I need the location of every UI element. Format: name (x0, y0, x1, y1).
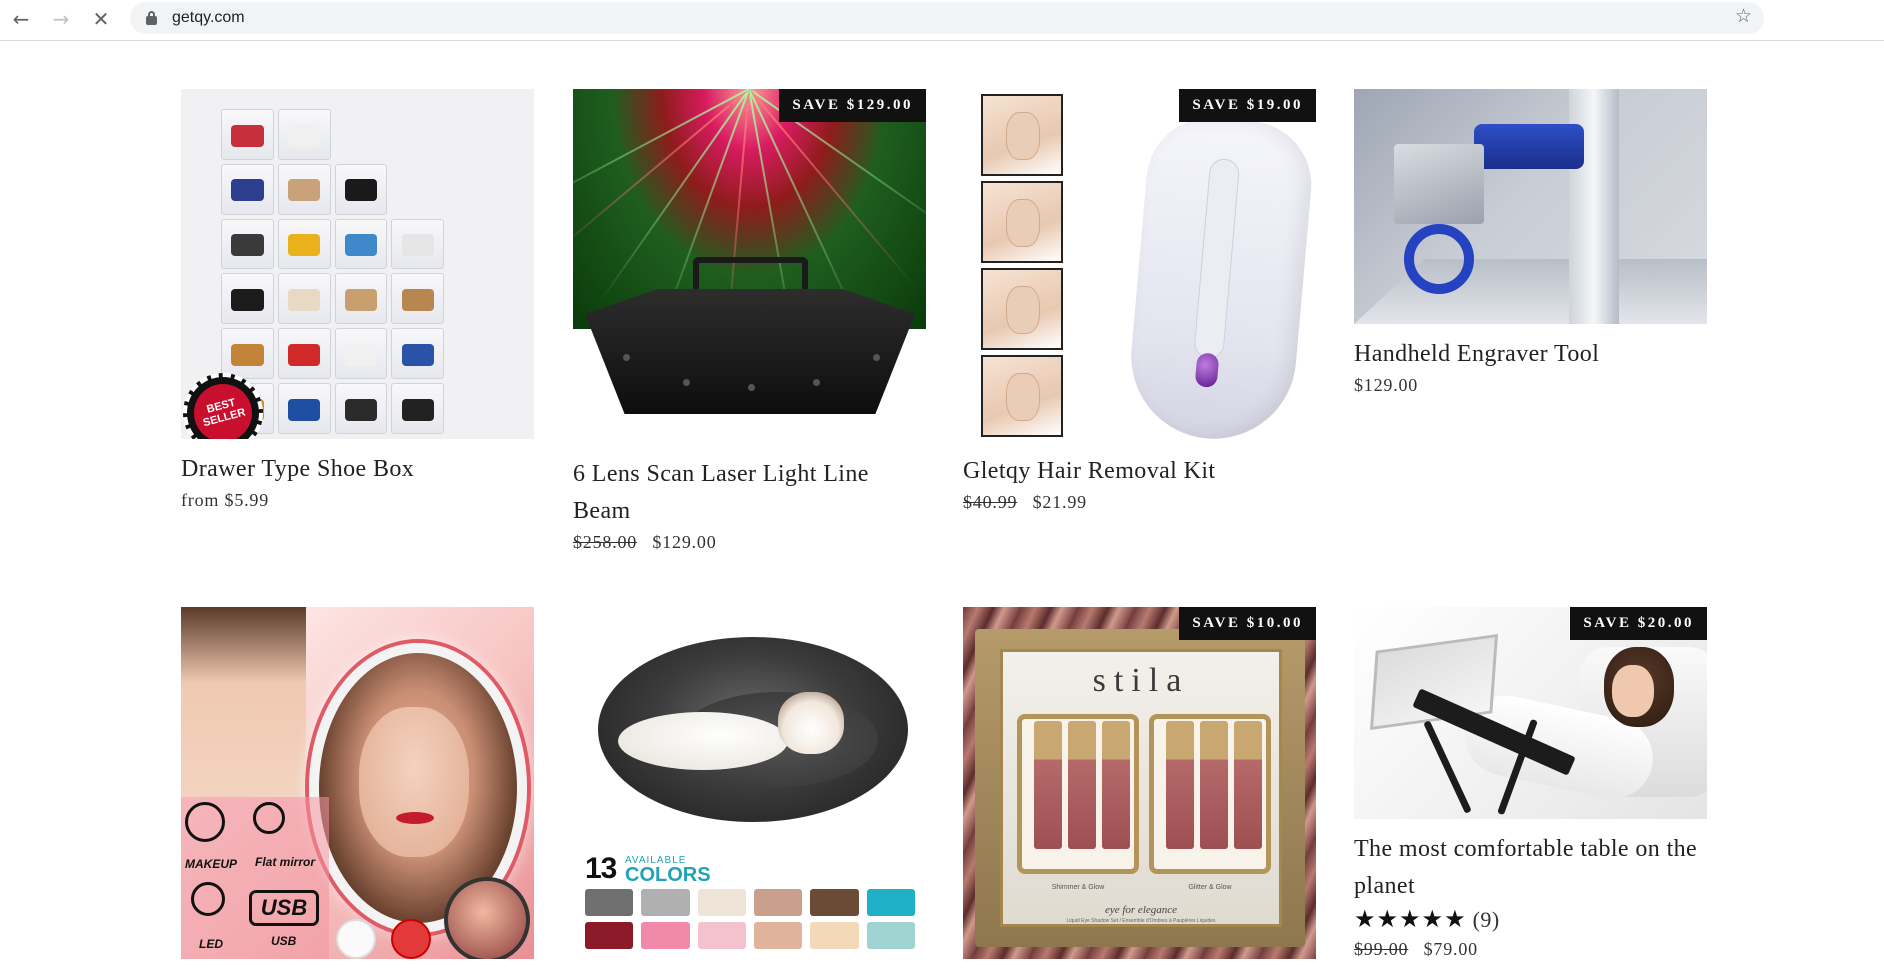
product-card[interactable]: stila Shimmer & Glow Glitter & Glow eye … (963, 607, 1316, 959)
arrow-right-icon: → (52, 7, 70, 31)
color-swatch (697, 889, 746, 916)
feature-label-led: LED (199, 937, 223, 951)
save-badge: SAVE $10.00 (1179, 607, 1316, 640)
product-title[interactable]: Handheld Engraver Tool (1354, 336, 1707, 373)
browser-toolbar: ← → ✕ getqy.com ☆ (0, 0, 1884, 41)
tray-caption-right: Glitter & Glow (1188, 884, 1232, 891)
close-icon: ✕ (92, 7, 110, 31)
sale-price: $129.00 (652, 532, 717, 552)
back-button[interactable]: ← (6, 4, 36, 34)
pet-bed (598, 637, 908, 822)
color-swatch (753, 889, 803, 916)
usb-icon: USB (249, 890, 319, 926)
product-card[interactable]: MAKEUP Flat mirror LED USB USB (181, 607, 534, 959)
product-title[interactable]: The most comfortable table on the planet (1354, 831, 1707, 905)
feature-label-usb: USB (271, 934, 297, 948)
color-swatch (585, 889, 634, 916)
product-title[interactable]: Gletqy Hair Removal Kit (963, 453, 1316, 490)
product-image-hair-removal[interactable]: SAVE $19.00 (963, 89, 1316, 443)
stop-loading-button[interactable]: ✕ (86, 4, 116, 34)
color-swatch (753, 922, 803, 949)
lock-icon[interactable] (146, 11, 157, 25)
makeup-icon (185, 802, 225, 842)
color-swatch (866, 889, 915, 916)
price-value: $129.00 (1354, 375, 1419, 395)
product-card[interactable]: 13 AVAILABLE COLORS (573, 607, 926, 959)
color-count: 13 (585, 852, 617, 885)
product-card[interactable]: SAVE $20.00 The most comfortable table o… (1354, 607, 1707, 960)
arrow-left-icon: ← (12, 7, 30, 31)
color-swatch (810, 922, 859, 949)
compare-at-price: $99.00 (1354, 939, 1409, 959)
box-fine-print: Liquid Eye Shadow Set / Ensemble d'Ombre… (1066, 918, 1216, 924)
product-image-engraver[interactable] (1354, 89, 1707, 324)
hair-removal-device (1124, 112, 1316, 443)
feature-label-flat-mirror: Flat mirror (255, 855, 316, 869)
url-text[interactable]: getqy.com (172, 9, 245, 27)
compare-at-price: $258.00 (573, 532, 638, 552)
mirror-button (336, 919, 376, 959)
product-image-shoe-box[interactable]: BEST SELLER (181, 89, 534, 439)
gift-box: stila Shimmer & Glow Glitter & Glow eye … (975, 629, 1305, 947)
tray-caption-left: Shimmer & Glow (1051, 884, 1105, 891)
brand-logo: stila (1092, 662, 1190, 699)
thumbnail-strip (981, 94, 1063, 442)
color-swatch (641, 922, 690, 949)
product-card[interactable]: SAVE $19.00 Gletqy Hair Removal Kit $40.… (963, 89, 1316, 513)
product-price: $258.00 $129.00 (573, 532, 926, 553)
shoe-box-stack (221, 109, 501, 434)
available-colors-label: AVAILABLE COLORS (625, 855, 711, 886)
feature-label-makeup: MAKEUP (185, 857, 238, 871)
model-photo (181, 607, 306, 797)
color-swatches (585, 889, 915, 949)
product-image-stila-set[interactable]: stila Shimmer & Glow Glitter & Glow eye … (963, 607, 1316, 959)
price-value: $5.99 (224, 490, 270, 510)
product-price: $40.99 $21.99 (963, 492, 1316, 513)
bulb-icon (191, 882, 225, 916)
save-badge: SAVE $129.00 (779, 89, 926, 122)
product-title[interactable]: 6 Lens Scan Laser Light Line Beam (573, 456, 926, 530)
product-price: $99.00 $79.00 (1354, 939, 1707, 960)
color-swatch (866, 922, 915, 949)
magnifier-icon (253, 802, 285, 834)
color-swatch (697, 922, 746, 949)
box-tagline: eye for elegance (1104, 904, 1178, 916)
save-badge: SAVE $20.00 (1570, 607, 1707, 640)
save-badge: SAVE $19.00 (1179, 89, 1316, 122)
product-price: $129.00 (1354, 375, 1707, 396)
product-title[interactable]: Drawer Type Shoe Box (181, 451, 534, 488)
color-swatch (810, 889, 859, 916)
best-seller-label: BEST SELLER (187, 377, 259, 439)
sale-price: $79.00 (1423, 939, 1478, 959)
address-bar[interactable]: getqy.com ☆ (130, 2, 1764, 34)
product-card[interactable]: Handheld Engraver Tool $129.00 (1354, 89, 1707, 396)
colors-label: COLORS (625, 864, 711, 886)
rating-stars-icon: ★★★★★ (1354, 907, 1467, 933)
product-image-laser[interactable]: SAVE $129.00 (573, 89, 926, 434)
mini-mirror (444, 877, 530, 959)
review-count: (9) (1472, 907, 1500, 932)
product-card[interactable]: SAVE $129.00 6 Lens Scan Laser Light Lin… (573, 89, 926, 553)
product-image-laptop-table[interactable]: SAVE $20.00 (1354, 607, 1707, 819)
product-image-makeup-mirror[interactable]: MAKEUP Flat mirror LED USB USB (181, 607, 534, 959)
rating-row[interactable]: ★★★★★ (9) (1354, 905, 1707, 935)
color-swatch (641, 889, 690, 916)
product-card[interactable]: BEST SELLER Drawer Type Shoe Box from $5… (181, 89, 534, 511)
forward-button[interactable]: → (46, 4, 76, 34)
price-prefix: from (181, 490, 220, 510)
star-outline-icon[interactable]: ☆ (1735, 5, 1752, 27)
sale-price: $21.99 (1032, 492, 1087, 512)
product-price: from $5.99 (181, 490, 534, 511)
laser-device (585, 289, 915, 414)
color-swatch (585, 922, 634, 949)
compare-at-price: $40.99 (963, 492, 1018, 512)
mirror-button-red (391, 919, 431, 959)
product-image-pet-bed[interactable]: 13 AVAILABLE COLORS (573, 607, 926, 959)
